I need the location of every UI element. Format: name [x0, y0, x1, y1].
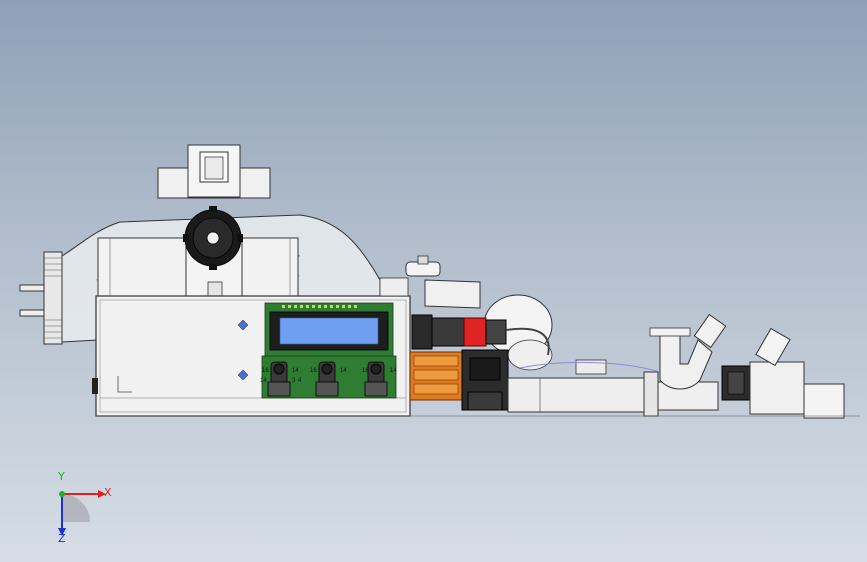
triad-z-label: Z [58, 532, 66, 545]
assembly-model[interactable]: 16 14 16 14 16 14 14 3 4 [0, 0, 867, 562]
knob-label: 14 [340, 368, 347, 374]
coordinate-triad: X Y Z [40, 470, 120, 548]
knob-label: 14 [260, 378, 267, 384]
triad-x-label: X [104, 486, 112, 499]
outlet-fitting [721, 327, 845, 419]
terminal-block [409, 349, 509, 411]
knob-label: 16 [310, 368, 317, 374]
lcd-screen [279, 317, 379, 345]
cad-viewport[interactable]: 16 14 16 14 16 14 14 3 4 X Y Z [0, 0, 867, 562]
panel-knob[interactable] [267, 361, 291, 397]
knob-label: 16 [262, 368, 269, 374]
knob-label: 14 [292, 368, 299, 374]
knob-label: 14 [390, 368, 397, 374]
elbow-fitting [649, 313, 727, 390]
left-end-cap [19, 251, 63, 345]
triad-y-label: Y [58, 470, 65, 483]
knob-label: 16 [362, 368, 369, 374]
panel-knob[interactable] [315, 361, 339, 397]
